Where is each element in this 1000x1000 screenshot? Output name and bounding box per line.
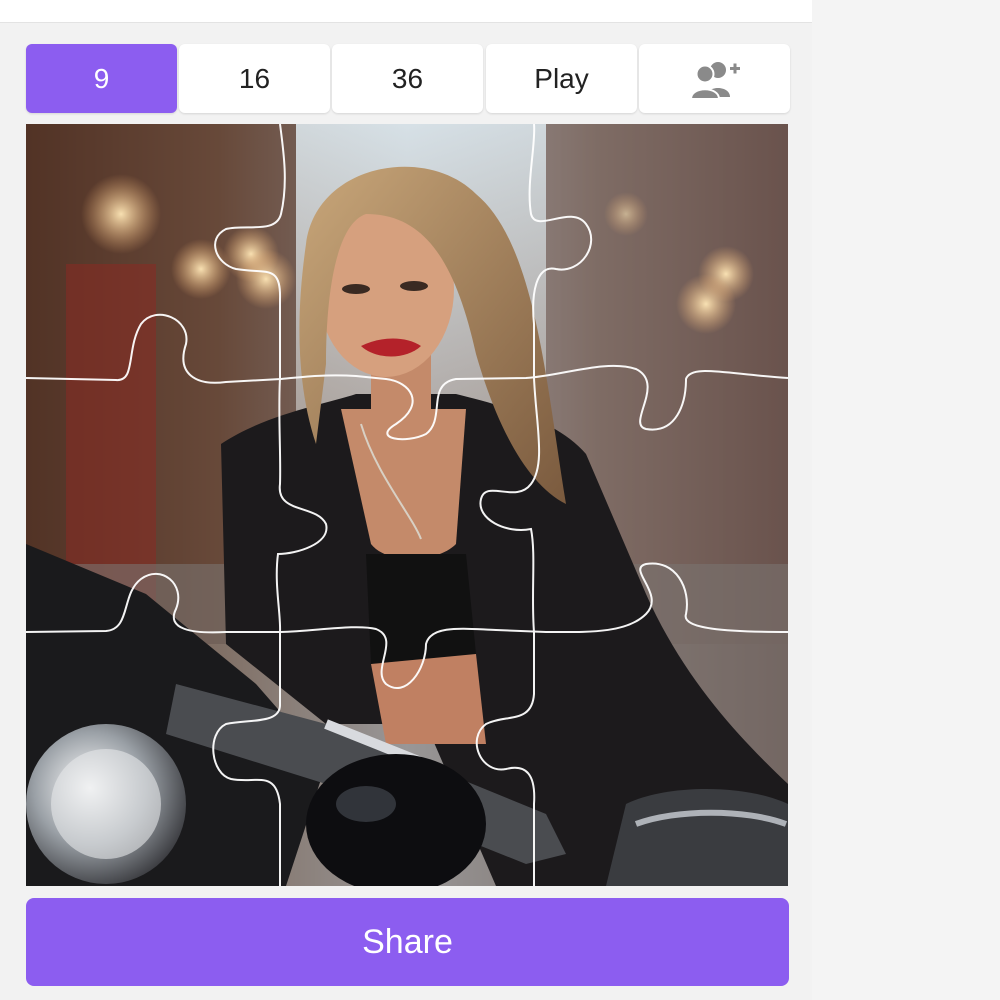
tab-9-pieces[interactable]: 9 <box>26 44 177 113</box>
play-button[interactable]: Play <box>486 44 637 113</box>
share-label: Share <box>362 922 453 961</box>
tab-16-pieces[interactable]: 16 <box>179 44 330 113</box>
share-button[interactable]: Share <box>26 898 789 986</box>
puzzle-photo <box>26 124 788 886</box>
add-users-icon <box>689 61 740 99</box>
tab-16-label: 16 <box>238 62 271 94</box>
right-gutter <box>812 0 1000 1000</box>
tab-36-pieces[interactable]: 36 <box>332 44 483 113</box>
top-bar <box>0 0 812 23</box>
play-label: Play <box>534 62 589 94</box>
tab-9-label: 9 <box>93 62 110 94</box>
add-players-button[interactable] <box>639 44 790 113</box>
puzzle-app: 9 16 36 Play Share <box>0 0 812 1000</box>
piece-count-tabs: 9 16 36 Play <box>26 44 790 114</box>
tab-36-label: 36 <box>391 62 424 94</box>
puzzle-board[interactable] <box>26 124 788 886</box>
